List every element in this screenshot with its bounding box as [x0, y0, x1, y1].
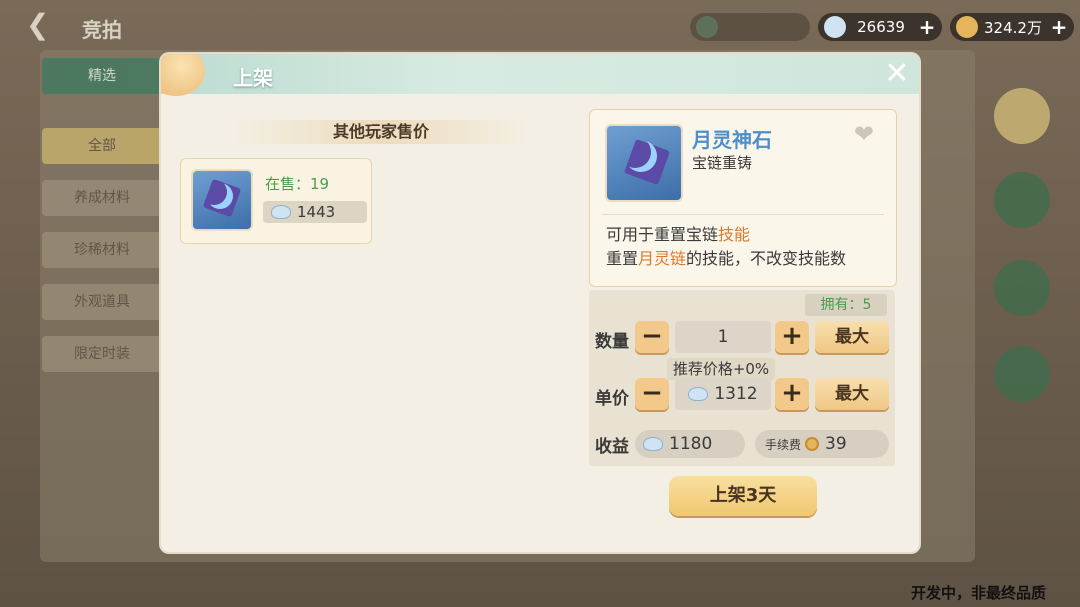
background-title: 竞拍: [82, 18, 122, 42]
bg-round-button-2: [994, 172, 1050, 228]
unit-price-input[interactable]: 1312: [675, 378, 771, 410]
silver-ingot-icon: [824, 16, 846, 38]
fee-value: 39: [825, 434, 847, 454]
sun-emblem-icon: [161, 54, 205, 96]
item-type: 宝链重铸: [692, 154, 753, 172]
currency-pill-dim: [690, 13, 810, 41]
income-display: 1180: [635, 430, 745, 458]
on-sale-count: 在售：19: [265, 173, 329, 194]
listing-form: 拥有：5 数量 − 1 + 最大 推荐价格+0% 单价 − 1312 + 最大 …: [589, 290, 895, 466]
bg-round-button-1: [994, 88, 1050, 144]
moon-stone-icon: [605, 124, 683, 202]
coin-icon: [956, 16, 978, 38]
item-description: 可用于重置宝链技能 重置月灵链的技能，不改变技能数 量: [606, 223, 882, 271]
moon-stone-icon: [191, 169, 253, 231]
bg-round-button-3: [994, 260, 1050, 316]
add-coin-button[interactable]: +: [1048, 15, 1070, 39]
fee-label: 手续费: [765, 437, 802, 452]
close-button[interactable]: ✕: [881, 58, 913, 90]
quantity-minus-button[interactable]: −: [635, 321, 669, 353]
bg-tab-material: 养成材料: [42, 180, 162, 216]
leaf-icon: [696, 16, 718, 38]
coin-currency: 324.2万 +: [950, 13, 1074, 41]
silver-amount: 26639: [857, 18, 905, 36]
price-plus-button[interactable]: +: [775, 378, 809, 410]
silver-ingot-icon: [271, 205, 291, 219]
price-max-button[interactable]: 最大: [815, 378, 889, 410]
heart-icon[interactable]: ❤: [854, 120, 874, 148]
income-label: 收益: [595, 437, 629, 457]
list-item-dialog: 上架 ✕ 其他玩家售价 在售：19 1443 月灵神石 宝链重铸 ❤ 可用于重置…: [161, 54, 919, 552]
item-info-card: 月灵神石 宝链重铸 ❤ 可用于重置宝链技能 重置月灵链的技能，不改变技能数 量: [589, 109, 897, 287]
listing-price: 1443: [263, 201, 367, 223]
moon-shape: [619, 136, 651, 168]
back-arrow-icon: ❮: [26, 8, 50, 41]
list-3-days-button[interactable]: 上架3天: [669, 476, 817, 516]
add-silver-button[interactable]: +: [916, 15, 938, 39]
divider: [602, 214, 884, 215]
owned-count: 拥有：5: [805, 294, 887, 316]
listing-price-value: 1443: [297, 203, 336, 221]
bg-tab-limited: 限定时装: [42, 336, 162, 372]
quantity-input[interactable]: 1: [675, 321, 771, 353]
on-sale-number: 19: [310, 175, 330, 193]
recommended-price-tip: 推荐价格+0%: [667, 358, 775, 380]
silver-ingot-icon: [688, 387, 709, 401]
quantity-label: 数量: [595, 332, 629, 352]
dialog-title: 上架: [233, 66, 273, 90]
unit-price-value: 1312: [714, 384, 758, 404]
quantity-max-button[interactable]: 最大: [815, 321, 889, 353]
top-bar: ❮ 竞拍 26639 + 324.2万 +: [0, 6, 1080, 44]
unit-price-label: 单价: [595, 389, 629, 409]
dialog-header: 上架 ✕: [161, 54, 919, 96]
bg-tab-featured: 精选: [42, 58, 162, 94]
bg-tab-rare: 珍稀材料: [42, 232, 162, 268]
silver-currency: 26639 +: [818, 13, 942, 41]
bg-tab-appearance: 外观道具: [42, 284, 162, 320]
market-listing[interactable]: 在售：19 1443: [180, 158, 372, 244]
bg-round-button-4: [994, 346, 1050, 402]
coin-icon: [805, 437, 820, 451]
quantity-plus-button[interactable]: +: [775, 321, 809, 353]
item-name: 月灵神石: [692, 128, 772, 152]
desc-line-1: 可用于重置宝链技能: [606, 225, 751, 244]
bg-tab-all: 全部: [42, 128, 162, 164]
dev-watermark: 开发中，非最终品质: [910, 584, 1046, 602]
desc-line-2: 重置月灵链的技能，不改变技能数: [606, 249, 847, 268]
silver-ingot-icon: [643, 437, 663, 451]
moon-shape: [201, 179, 227, 205]
fee-display: 手续费 39: [755, 430, 889, 458]
price-minus-button[interactable]: −: [635, 378, 669, 410]
other-players-price-title: 其他玩家售价: [233, 120, 529, 144]
income-value: 1180: [669, 434, 713, 454]
on-sale-label: 在售：: [265, 175, 311, 193]
coin-amount: 324.2万: [984, 18, 1042, 37]
